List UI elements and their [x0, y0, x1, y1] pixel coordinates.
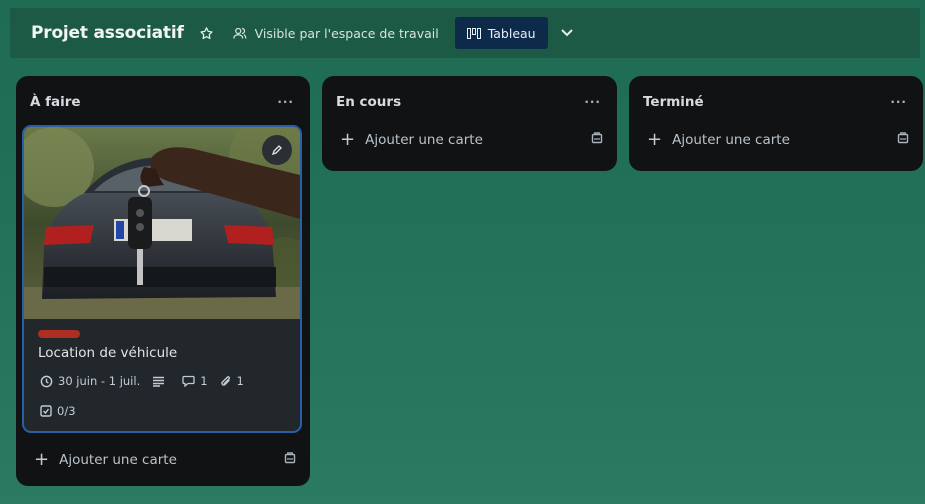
- list-header: Terminé ···: [629, 76, 923, 128]
- template-icon[interactable]: [591, 132, 603, 148]
- clock-icon: [40, 375, 53, 387]
- list-title[interactable]: Terminé: [643, 94, 704, 110]
- add-card-label: Ajouter une carte: [672, 132, 790, 148]
- board-header: Projet associatif Visible par l'espace d…: [10, 8, 920, 58]
- board-view-button[interactable]: Tableau: [454, 17, 548, 49]
- due-date-text: 30 juin - 1 juil.: [58, 374, 141, 388]
- board-view-icon: [466, 27, 482, 39]
- plus-icon: +: [34, 449, 50, 470]
- visibility-button[interactable]: Visible par l'espace de travail: [232, 26, 439, 41]
- chevron-down-icon[interactable]: [560, 28, 574, 38]
- card-badges: 30 juin - 1 juil. 1 1: [40, 374, 256, 388]
- list-title[interactable]: En cours: [336, 94, 401, 110]
- more-icon[interactable]: ···: [277, 95, 294, 109]
- add-card-button[interactable]: + Ajouter une carte: [629, 122, 923, 158]
- plus-icon: +: [647, 129, 663, 150]
- list-termine: Terminé ··· + Ajouter une carte: [629, 76, 923, 171]
- paperclip-icon: [220, 375, 230, 386]
- list-header: En cours ···: [322, 76, 617, 128]
- template-icon[interactable]: [284, 452, 296, 468]
- template-icon[interactable]: [897, 132, 909, 148]
- checklist-icon: [40, 405, 52, 417]
- comments-count: 1: [200, 374, 208, 388]
- list-en-cours: En cours ··· + Ajouter une carte: [322, 76, 617, 171]
- comment-icon: [182, 375, 195, 387]
- list-header: À faire ···: [16, 76, 310, 128]
- pencil-icon: [271, 145, 282, 156]
- card-title: Location de véhicule: [38, 345, 178, 361]
- board-title[interactable]: Projet associatif: [31, 23, 184, 43]
- add-card-button[interactable]: + Ajouter une carte: [16, 442, 310, 478]
- checklist-count: 0/3: [57, 404, 76, 418]
- edit-card-button[interactable]: [262, 135, 292, 165]
- visibility-label: Visible par l'espace de travail: [254, 25, 439, 41]
- checklist-badge: 0/3: [40, 404, 76, 418]
- due-date-badge[interactable]: 30 juin - 1 juil.: [40, 374, 140, 388]
- more-icon[interactable]: ···: [890, 95, 907, 109]
- add-card-label: Ajouter une carte: [365, 132, 483, 148]
- description-icon: [152, 376, 170, 387]
- add-card-label: Ajouter une carte: [59, 452, 177, 468]
- plus-icon: +: [340, 129, 356, 150]
- card-location-vehicule[interactable]: Location de véhicule 30 juin - 1 juil. 1…: [22, 125, 302, 433]
- attachments-badge: 1: [220, 374, 244, 388]
- card-cover-image: [24, 127, 300, 319]
- more-icon[interactable]: ···: [584, 95, 601, 109]
- board-view-label: Tableau: [487, 25, 536, 41]
- list-title[interactable]: À faire: [30, 94, 81, 110]
- comments-badge: 1: [182, 374, 208, 388]
- card-label[interactable]: [38, 330, 80, 338]
- star-icon[interactable]: [198, 24, 216, 42]
- add-card-button[interactable]: + Ajouter une carte: [322, 122, 617, 158]
- users-icon: [232, 26, 247, 41]
- attachments-count: 1: [236, 374, 244, 388]
